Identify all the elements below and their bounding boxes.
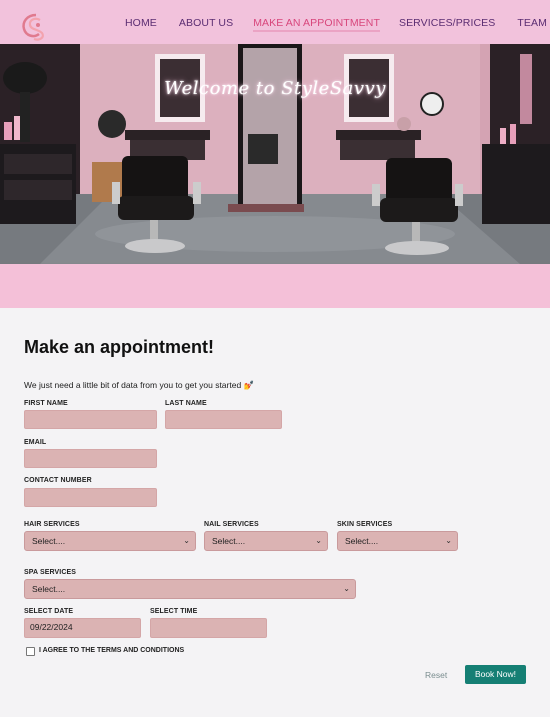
chevron-down-icon: ⌄ xyxy=(183,536,190,545)
top-navbar: HOME ABOUT US MAKE AN APPOINTMENT SERVIC… xyxy=(0,0,550,44)
select-time-input[interactable] xyxy=(150,618,267,638)
form-intro-text: We just need a little bit of data from y… xyxy=(24,380,255,390)
nail-services-select[interactable]: Select.... ⌄ xyxy=(204,531,328,551)
terms-label: I AGREE TO THE TERMS AND CONDITIONS xyxy=(39,647,185,654)
nav-team[interactable]: TEAM xyxy=(517,17,547,32)
terms-checkbox[interactable] xyxy=(26,647,35,656)
contact-number-input[interactable] xyxy=(24,488,157,507)
salon-interior-image xyxy=(0,44,550,264)
spa-services-select[interactable]: Select.... ⌄ xyxy=(24,579,356,599)
skin-services-label: SKIN SERVICES xyxy=(337,521,393,528)
salon-logo-icon[interactable] xyxy=(18,12,48,42)
hair-services-label: HAIR SERVICES xyxy=(24,521,80,528)
contact-number-label: CONTACT NUMBER xyxy=(24,477,92,484)
last-name-input[interactable] xyxy=(165,410,282,429)
chevron-down-icon: ⌄ xyxy=(343,584,350,593)
spa-services-label: SPA SERVICES xyxy=(24,569,77,576)
hero-banner: Welcome to StyleSavvy xyxy=(0,44,550,264)
pink-divider-band xyxy=(0,264,550,308)
first-name-input[interactable] xyxy=(24,410,157,429)
nav-home[interactable]: HOME xyxy=(125,17,157,32)
nav-links: HOME ABOUT US MAKE AN APPOINTMENT SERVIC… xyxy=(125,17,547,32)
last-name-label: LAST NAME xyxy=(165,400,207,407)
hair-services-value: Select.... xyxy=(32,536,66,546)
nail-services-label: NAIL SERVICES xyxy=(204,521,259,528)
skin-services-value: Select.... xyxy=(345,536,379,546)
email-label: EMAIL xyxy=(24,439,47,446)
book-now-button[interactable]: Book Now! xyxy=(465,665,526,684)
select-date-input[interactable]: 09/22/2024 xyxy=(24,618,141,638)
nav-services-prices[interactable]: SERVICES/PRICES xyxy=(399,17,495,32)
nail-services-value: Select.... xyxy=(212,536,246,546)
chevron-down-icon: ⌄ xyxy=(445,536,452,545)
spa-services-value: Select.... xyxy=(32,584,66,594)
appointment-form xyxy=(0,308,550,717)
nav-about-us[interactable]: ABOUT US xyxy=(179,17,233,32)
nav-make-appointment[interactable]: MAKE AN APPOINTMENT xyxy=(253,17,380,32)
select-time-label: SELECT TIME xyxy=(150,608,198,615)
email-input[interactable] xyxy=(24,449,157,468)
hair-services-select[interactable]: Select.... ⌄ xyxy=(24,531,196,551)
select-date-label: SELECT DATE xyxy=(24,608,74,615)
skin-services-select[interactable]: Select.... ⌄ xyxy=(337,531,458,551)
chevron-down-icon: ⌄ xyxy=(315,536,322,545)
form-heading: Make an appointment! xyxy=(24,337,215,357)
first-name-label: FIRST NAME xyxy=(24,400,68,407)
reset-button[interactable]: Reset xyxy=(425,670,447,680)
hero-welcome-title: Welcome to StyleSavvy xyxy=(164,78,386,99)
